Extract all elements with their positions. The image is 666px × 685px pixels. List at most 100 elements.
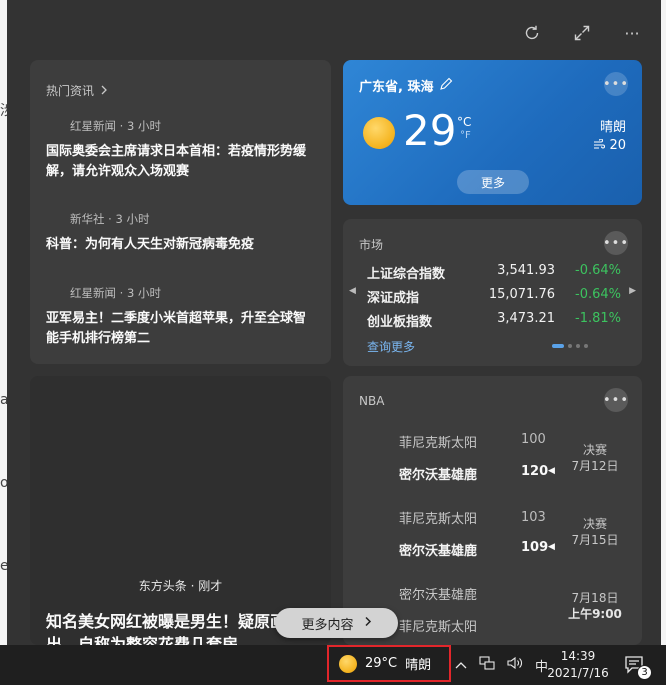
volume-icon[interactable] (507, 656, 523, 674)
notification-center-button[interactable]: 3 (624, 654, 652, 680)
pencil-icon[interactable] (439, 77, 453, 95)
nba-game[interactable]: 菲尼克斯太阳 100 密尔沃基雄鹿 120 ◀ 决赛 7月12日 (343, 432, 642, 492)
index-value: 15,071.76 (488, 287, 555, 302)
market-title: 市场 (359, 238, 384, 252)
index-name: 创业板指数 (367, 315, 433, 330)
unit-fahrenheit[interactable]: °F (457, 129, 471, 142)
taskbar-weather-button[interactable]: 29°C 晴朗 (327, 645, 451, 682)
news-headline[interactable]: 亚军易主！二季度小米首超苹果，升至全球智能手机排行榜第二 (46, 309, 316, 349)
market-card: 市场 ••• ◀ ▶ 上证综合指数 3,541.93 -0.64% 深证成指 1… (343, 219, 642, 366)
team-name: 密尔沃基雄鹿 (399, 468, 478, 483)
more-content-button[interactable]: 更多内容 (275, 608, 398, 638)
news-source: 新华社 · 3 小时 (70, 212, 150, 226)
weather-card[interactable]: 广东省, 珠海 ••• 29 °C °F 晴朗 20 更多 (343, 60, 642, 205)
market-row[interactable]: 创业板指数 3,473.21 -1.81% (367, 311, 627, 331)
news-item[interactable]: 新华社 · 3 小时 科普：为何有人天生对新冠病毒免疫 (46, 211, 316, 255)
top-news-header[interactable]: 热门资讯 (46, 82, 108, 99)
news-item[interactable]: 红星新闻 · 3 小时 亚军易主！二季度小米首超苹果，升至全球智能手机排行榜第二 (46, 285, 316, 349)
notification-count-badge: 3 (637, 665, 652, 680)
winner-marker-icon: ◀ (548, 542, 555, 552)
index-value: 3,541.93 (497, 263, 555, 278)
chevron-right-icon (364, 616, 372, 631)
wind-icon (593, 138, 606, 153)
taskbar-condition: 晴朗 (405, 658, 432, 673)
taskbar-clock[interactable]: 14:39 2021/7/16 (544, 648, 612, 682)
nba-card: NBA ••• 菲尼克斯太阳 100 密尔沃基雄鹿 120 ◀ 决赛 7月12日… (343, 376, 642, 645)
index-change: -0.64% (575, 263, 621, 278)
weather-location[interactable]: 广东省, 珠海 (359, 76, 453, 95)
panel-toolbar: ··· (521, 22, 643, 44)
nba-game[interactable]: 菲尼克斯太阳 103 密尔沃基雄鹿 109 ◀ 决赛 7月15日 (343, 508, 642, 568)
top-news-card: 热门资讯 红星新闻 · 3 小时 国际奥委会主席请求日本首相：若疫情形势缓解，请… (30, 60, 331, 364)
taskbar-temperature: 29°C (365, 656, 398, 671)
team-score: 103 (521, 510, 546, 525)
widgets-panel: ··· 热门资讯 红星新闻 · 3 小时 国际奥委会主席请求日本首相：若疫情形势… (7, 0, 661, 645)
team-name: 密尔沃基雄鹿 (399, 544, 478, 559)
market-more-button[interactable]: ••• (603, 231, 628, 255)
market-see-more-link[interactable]: 查询更多 (367, 338, 415, 355)
weather-temperature: 29 (403, 106, 457, 155)
game-status-label: 决赛 (582, 443, 607, 457)
system-tray: 中 (451, 645, 548, 685)
clock-date: 2021/7/16 (547, 666, 609, 680)
carousel-dot[interactable] (584, 344, 588, 348)
team-score: 100 (521, 432, 546, 447)
nba-title: NBA (359, 394, 385, 408)
winner-marker-icon: ◀ (548, 466, 555, 476)
news-source: 红星新闻 · 3 小时 (70, 286, 161, 300)
sunny-icon (339, 654, 357, 673)
game-status: 决赛 7月15日 (567, 516, 623, 548)
index-change: -0.64% (575, 287, 621, 302)
unit-celsius[interactable]: °C (457, 116, 471, 129)
weather-wind: 20 (593, 138, 626, 153)
carousel-dots[interactable] (552, 344, 588, 348)
more-content-label: 更多内容 (301, 617, 354, 633)
carousel-dot[interactable] (576, 344, 580, 348)
temperature-units[interactable]: °C °F (457, 116, 471, 142)
carousel-dot[interactable] (552, 344, 564, 348)
expand-icon[interactable] (571, 22, 593, 44)
sunny-icon (363, 117, 395, 149)
news-item[interactable]: 红星新闻 · 3 小时 国际奥委会主席请求日本首相：若疫情形势缓解，请允许观众入… (46, 118, 316, 182)
news-source: 红星新闻 · 3 小时 (70, 119, 161, 133)
market-row[interactable]: 上证综合指数 3,541.93 -0.64% (367, 263, 627, 283)
carousel-dot[interactable] (568, 344, 572, 348)
index-name: 深证成指 (367, 291, 420, 306)
market-row[interactable]: 深证成指 15,071.76 -0.64% (367, 287, 627, 307)
weather-more-link[interactable]: 更多 (457, 170, 529, 194)
game-date: 7月15日 (571, 533, 619, 547)
refresh-icon[interactable] (521, 22, 543, 44)
team-score: 109 (521, 540, 549, 555)
team-name: 密尔沃基雄鹿 (399, 588, 478, 603)
team-name: 菲尼克斯太阳 (399, 436, 478, 451)
chevron-up-icon[interactable] (455, 658, 467, 673)
more-options-button[interactable]: ··· (621, 22, 643, 44)
game-status-label: 决赛 (582, 517, 607, 531)
game-status: 7月18日 上午9:00 (567, 590, 623, 622)
index-value: 3,473.21 (497, 311, 555, 326)
game-time: 上午9:00 (568, 607, 622, 621)
game-status: 决赛 7月12日 (567, 442, 623, 474)
team-name: 菲尼克斯太阳 (399, 620, 478, 635)
news-headline[interactable]: 科普：为何有人天生对新冠病毒免疫 (46, 235, 316, 255)
index-name: 上证综合指数 (367, 267, 446, 282)
weather-more-button[interactable]: ••• (603, 72, 628, 96)
caret-right-icon[interactable]: ▶ (629, 286, 636, 296)
location-label: 广东省, 珠海 (359, 80, 434, 95)
featured-news-card[interactable]: 东方头条 · 刚才 知名美女网红被曝是男生！疑原画频流出，自称为整容花费几套房 (30, 376, 331, 645)
top-news-title: 热门资讯 (46, 84, 95, 98)
index-change: -1.81% (575, 311, 621, 326)
game-date: 7月18日 (571, 591, 619, 605)
team-score: 120 (521, 464, 549, 479)
game-date: 7月12日 (571, 459, 619, 473)
chevron-right-icon (100, 84, 108, 98)
weather-condition: 晴朗 (599, 120, 626, 135)
network-icon[interactable] (479, 656, 495, 674)
team-name: 菲尼克斯太阳 (399, 512, 478, 527)
nba-more-button[interactable]: ••• (603, 388, 628, 412)
news-headline[interactable]: 国际奥委会主席请求日本首相：若疫情形势缓解，请允许观众入场观赛 (46, 142, 316, 182)
clock-time: 14:39 (560, 649, 596, 663)
caret-left-icon[interactable]: ◀ (349, 286, 356, 296)
featured-news-source: 东方头条 · 刚才 (138, 579, 223, 593)
wind-value: 20 (609, 138, 626, 153)
